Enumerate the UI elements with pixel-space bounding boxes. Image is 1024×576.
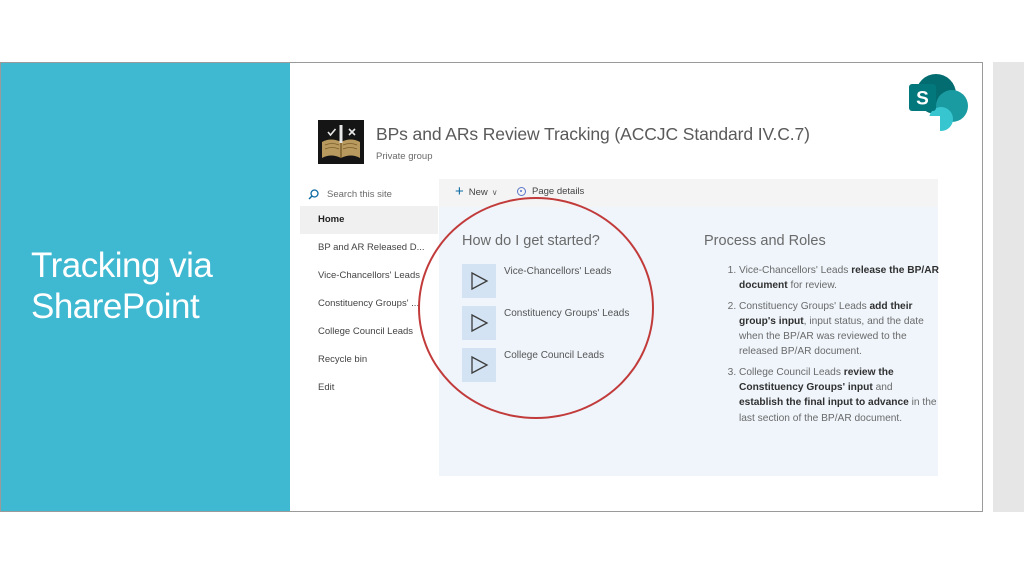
site-title: BPs and ARs Review Tracking (ACCJC Stand… — [376, 124, 810, 144]
chevron-down-icon: ∨ — [491, 187, 498, 197]
scrollbar-strip — [993, 62, 1024, 512]
highlight-circle — [418, 197, 654, 419]
process-steps-list: Vice-Chancellors' Leads release the BP/A… — [726, 263, 939, 431]
process-step: Constituency Groups' Leads add their gro… — [739, 299, 939, 360]
nav-item-college-council-leads[interactable]: College Council Leads — [300, 318, 438, 346]
nav-item-recycle-bin[interactable]: Recycle bin — [300, 346, 438, 374]
site-logo-book-icon — [318, 120, 364, 164]
new-button[interactable]: + New ∨ — [455, 183, 498, 200]
page-details-label: Page details — [532, 186, 585, 197]
nav-item-home[interactable]: Home — [300, 206, 438, 234]
search-placeholder: Search this site — [327, 188, 392, 200]
slide-title: Tracking via SharePoint — [31, 245, 213, 327]
gear-icon — [517, 187, 526, 196]
nav-item-edit[interactable]: Edit — [300, 374, 438, 402]
site-search-box[interactable]: Search this site — [308, 186, 392, 202]
site-privacy-label: Private group — [376, 151, 433, 162]
nav-item-vice-chancellors-leads[interactable]: Vice-Chancellors' Leads — [300, 262, 438, 290]
title-panel: Tracking via SharePoint — [1, 63, 290, 511]
nav-item-bp-ar-released[interactable]: BP and AR Released D... — [300, 234, 438, 262]
slide-title-line1: Tracking via — [31, 246, 213, 285]
search-icon — [308, 188, 319, 199]
slide-title-line2: SharePoint — [31, 287, 200, 326]
page-details-button[interactable]: Page details — [517, 186, 584, 197]
process-step: Vice-Chancellors' Leads release the BP/A… — [739, 263, 939, 294]
sharepoint-logo-letter: S — [916, 89, 929, 110]
process-step: College Council Leads review the Constit… — [739, 365, 939, 426]
new-button-label: New — [468, 186, 488, 198]
plus-icon: + — [455, 183, 464, 200]
process-roles-heading: Process and Roles — [704, 233, 826, 249]
